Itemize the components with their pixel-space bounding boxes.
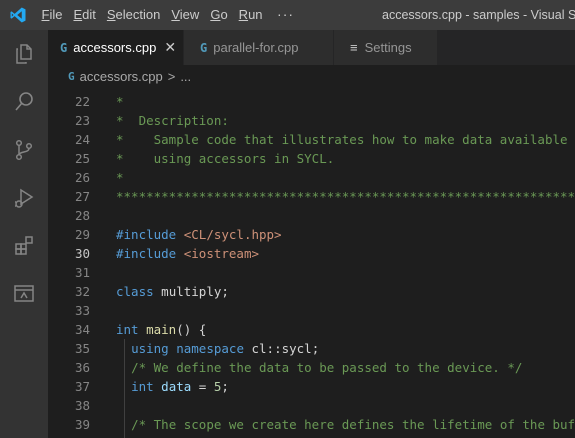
menu-go[interactable]: Go [205,0,233,30]
current-line-number: 30 [74,246,90,261]
code-line: int main() { [116,322,207,337]
tab-label: parallel-for.cpp [213,40,299,55]
line-number: 22 [74,94,90,109]
menu-run[interactable]: Run [233,0,268,30]
explorer-icon[interactable] [0,30,48,78]
line-number: 26 [74,170,90,185]
menu-bar: File Edit Selection View Go Run ··· [36,0,303,30]
settings-file-icon: ≡ [350,40,358,55]
code-editor[interactable]: 22 23 24 25 26 27 28 29 30 31 32 33 34 3… [48,87,575,438]
activity-bar [0,30,48,438]
menu-selection[interactable]: Selection [101,0,165,30]
code-line: /* We define the data to be passed to th… [131,360,523,375]
close-icon[interactable]: ✕ [164,39,176,56]
menu-edit[interactable]: Edit [68,0,101,30]
code-line: int data = 5; [131,379,229,394]
line-number: 31 [74,265,90,280]
line-number: 39 [74,417,90,432]
line-number: 38 [74,398,90,413]
line-number: 29 [74,227,90,242]
code-line: ****************************************… [116,189,575,204]
tab-settings[interactable]: ≡ Settings [334,30,438,65]
line-number: 25 [74,151,90,166]
tab-label: Settings [364,40,412,55]
code-line: * [116,170,124,185]
breadcrumb: G accessors.cpp > ... [48,65,575,87]
cpp-file-icon: G [200,40,208,55]
code-area[interactable]: * * Description: * Sample code that illu… [116,87,575,438]
menu-file[interactable]: File [36,0,68,30]
code-line: #include <iostream> [116,246,260,261]
line-number: 32 [74,284,90,299]
code-line: #include <CL/sycl.hpp> [116,227,282,242]
vscode-logo-icon [0,0,36,30]
line-number: 36 [74,360,90,375]
line-number: 33 [74,303,90,318]
line-number: 28 [74,208,90,223]
line-number-gutter: 22 23 24 25 26 27 28 29 30 31 32 33 34 3… [48,87,108,438]
source-control-icon[interactable] [0,126,48,174]
cpp-file-icon: G [68,69,75,83]
cpp-file-icon: G [60,40,68,55]
code-line: * Sample code that illustrates how to ma… [116,132,568,147]
code-line: * using accessors in SYCL. [116,151,335,166]
menu-more-button[interactable]: ··· [268,0,303,30]
breadcrumb-symbols[interactable]: ... [180,69,191,84]
run-debug-icon[interactable] [0,174,48,222]
line-number: 35 [74,341,90,356]
tab-accessors-cpp[interactable]: G accessors.cpp ✕ [48,30,184,65]
search-icon[interactable] [0,78,48,126]
tab-parallel-for-cpp[interactable]: G parallel-for.cpp [184,30,334,65]
chevron-right-icon: > [167,68,176,84]
line-number: 23 [74,113,90,128]
line-number: 34 [74,322,90,337]
breadcrumb-file[interactable]: accessors.cpp [80,69,163,84]
code-line: class multiply; [116,284,229,299]
remote-explorer-icon[interactable] [0,270,48,318]
title-bar: File Edit Selection View Go Run ··· acce… [0,0,575,30]
line-number: 27 [74,189,90,204]
line-number: 24 [74,132,90,147]
extensions-icon[interactable] [0,222,48,270]
window-title: accessors.cpp - samples - Visual Studio … [382,8,575,22]
tab-label: accessors.cpp [73,40,157,55]
line-number: 37 [74,379,90,394]
code-line: * [116,94,124,109]
editor-tabs: G accessors.cpp ✕ G parallel-for.cpp ≡ S… [48,30,575,65]
code-line: * Description: [116,113,229,128]
code-line: using namespace cl::sycl; [131,341,320,356]
menu-view[interactable]: View [166,0,205,30]
code-line: /* The scope we create here defines the … [131,417,575,432]
